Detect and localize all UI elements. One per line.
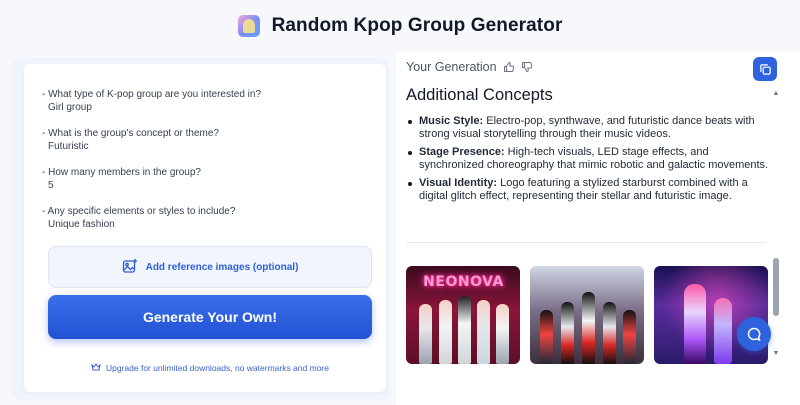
member-figure xyxy=(684,284,706,364)
prompt-answer: Futuristic xyxy=(48,141,89,152)
member-figure xyxy=(540,310,553,364)
thumbs-up-icon[interactable] xyxy=(503,61,515,73)
member-figure xyxy=(603,302,616,364)
generated-content: Additional Concepts Music Style: Electro… xyxy=(406,86,771,208)
scroll-thumb[interactable] xyxy=(773,258,779,316)
section-title: Additional Concepts xyxy=(406,86,553,104)
member-figure xyxy=(561,302,574,364)
list-item: Music Style: Electro-pop, synthwave, and… xyxy=(406,115,771,140)
thumbs-down-icon[interactable] xyxy=(521,61,533,73)
prompt-card[interactable]: - What type of K-pop group are you inter… xyxy=(24,64,386,392)
generated-image[interactable] xyxy=(530,266,644,364)
add-reference-images-button[interactable]: Add reference images (optional) xyxy=(48,246,372,288)
add-reference-label: Add reference images (optional) xyxy=(145,261,299,273)
result-heading: Your Generation xyxy=(406,60,497,74)
member-figure xyxy=(419,304,432,364)
result-panel: Your Generation Additional Concepts Musi… xyxy=(396,52,800,405)
prompt-answer: 5 xyxy=(48,180,54,191)
chat-button[interactable] xyxy=(737,317,771,351)
chat-bubble-icon xyxy=(746,326,762,342)
list-item: Visual Identity: Logo featuring a styliz… xyxy=(406,177,771,202)
prompt-text[interactable]: - What type of K-pop group are you inter… xyxy=(42,88,362,244)
prompt-item: - How many members in the group? 5 xyxy=(42,166,362,192)
prompt-item: - What type of K-pop group are you inter… xyxy=(42,88,362,114)
prompt-item: - Any specific elements or styles to inc… xyxy=(42,205,362,231)
crown-icon xyxy=(91,362,101,374)
generated-image[interactable]: NEONOVA xyxy=(406,266,520,364)
concepts-list: Music Style: Electro-pop, synthwave, and… xyxy=(406,115,771,202)
member-figure xyxy=(439,300,452,364)
result-header: Your Generation xyxy=(406,60,533,74)
divider xyxy=(406,242,766,243)
member-figure xyxy=(458,296,471,364)
upgrade-link[interactable]: Upgrade for unlimited downloads, no wate… xyxy=(48,362,372,374)
generate-button[interactable]: Generate Your Own! xyxy=(48,295,372,339)
app-header: Random Kpop Group Generator xyxy=(0,0,800,52)
copy-icon xyxy=(759,63,772,76)
member-figure xyxy=(477,300,490,364)
list-item-label: Visual Identity: xyxy=(419,177,498,189)
upgrade-text: Upgrade for unlimited downloads, no wate… xyxy=(105,363,329,373)
copy-button[interactable] xyxy=(753,57,777,81)
scroll-up-arrow-icon[interactable]: ▲ xyxy=(772,90,780,98)
scrollbar[interactable]: ▲ ▼ xyxy=(772,90,780,358)
list-item-label: Stage Presence: xyxy=(419,146,505,158)
member-figure xyxy=(496,304,509,364)
prompt-question: - How many members in the group? xyxy=(42,167,201,178)
generated-images: NEONOVA xyxy=(406,266,768,364)
image-add-icon xyxy=(122,258,138,277)
prompt-question: - What type of K-pop group are you inter… xyxy=(42,89,262,100)
prompt-item: - What is the group's concept or theme? … xyxy=(42,127,362,153)
prompt-question: - Any specific elements or styles to inc… xyxy=(42,206,236,217)
member-figure xyxy=(623,310,636,364)
generator-form-panel: - What type of K-pop group are you inter… xyxy=(12,58,390,400)
list-item-label: Music Style: xyxy=(419,115,484,127)
scroll-down-arrow-icon[interactable]: ▼ xyxy=(772,350,780,358)
prompt-answer: Girl group xyxy=(48,102,92,113)
prompt-answer: Unique fashion xyxy=(48,219,115,230)
image-caption: NEONOVA xyxy=(423,274,504,290)
member-figure xyxy=(714,298,732,364)
list-item: Stage Presence: High-tech visuals, LED s… xyxy=(406,146,771,171)
prompt-question: - What is the group's concept or theme? xyxy=(42,128,219,139)
page-title: Random Kpop Group Generator xyxy=(271,15,563,36)
member-figure xyxy=(582,292,595,364)
kpop-avatar-icon xyxy=(237,15,260,37)
